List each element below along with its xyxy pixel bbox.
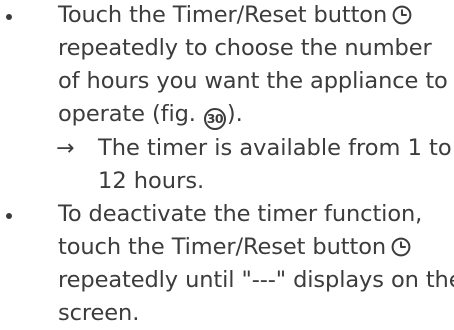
- text-run: Touch the Timer/Reset button: [58, 2, 388, 28]
- text-line: screen.: [58, 300, 140, 326]
- instruction-text: To deactivate the timer function, touch …: [58, 198, 454, 330]
- manual-page: Touch the Timer/Reset button repeatedly …: [0, 0, 454, 326]
- text-line: To deactivate the timer function,: [58, 201, 423, 227]
- text-run: operate (fig.: [58, 101, 203, 127]
- figure-reference-badge: 30: [203, 107, 226, 130]
- text-line: repeatedly to choose the number: [58, 35, 432, 61]
- text-line: Touch the Timer/Reset button: [58, 0, 454, 32]
- text-line: of hours you want the appliance to: [58, 68, 448, 94]
- instruction-text: Touch the Timer/Reset button repeatedly …: [58, 0, 454, 131]
- text-run: touch the Timer/Reset button: [58, 234, 387, 260]
- text-line: repeatedly until "---" displays on the: [58, 267, 454, 293]
- result-arrow-icon: →: [56, 136, 75, 161]
- timer-clock-icon: [391, 237, 411, 257]
- text-run: ).: [226, 101, 243, 127]
- bullet-dot: [6, 213, 12, 219]
- text-line: operate (fig. 30).: [58, 98, 454, 131]
- timer-clock-icon: [392, 5, 412, 25]
- bullet-dot: [6, 14, 12, 20]
- text-line: touch the Timer/Reset button: [58, 231, 454, 264]
- text-line: The timer is available from 1 to: [98, 135, 452, 161]
- result-text: The timer is available from 1 to 12 hour…: [98, 132, 454, 198]
- text-line: 12 hours.: [98, 168, 205, 194]
